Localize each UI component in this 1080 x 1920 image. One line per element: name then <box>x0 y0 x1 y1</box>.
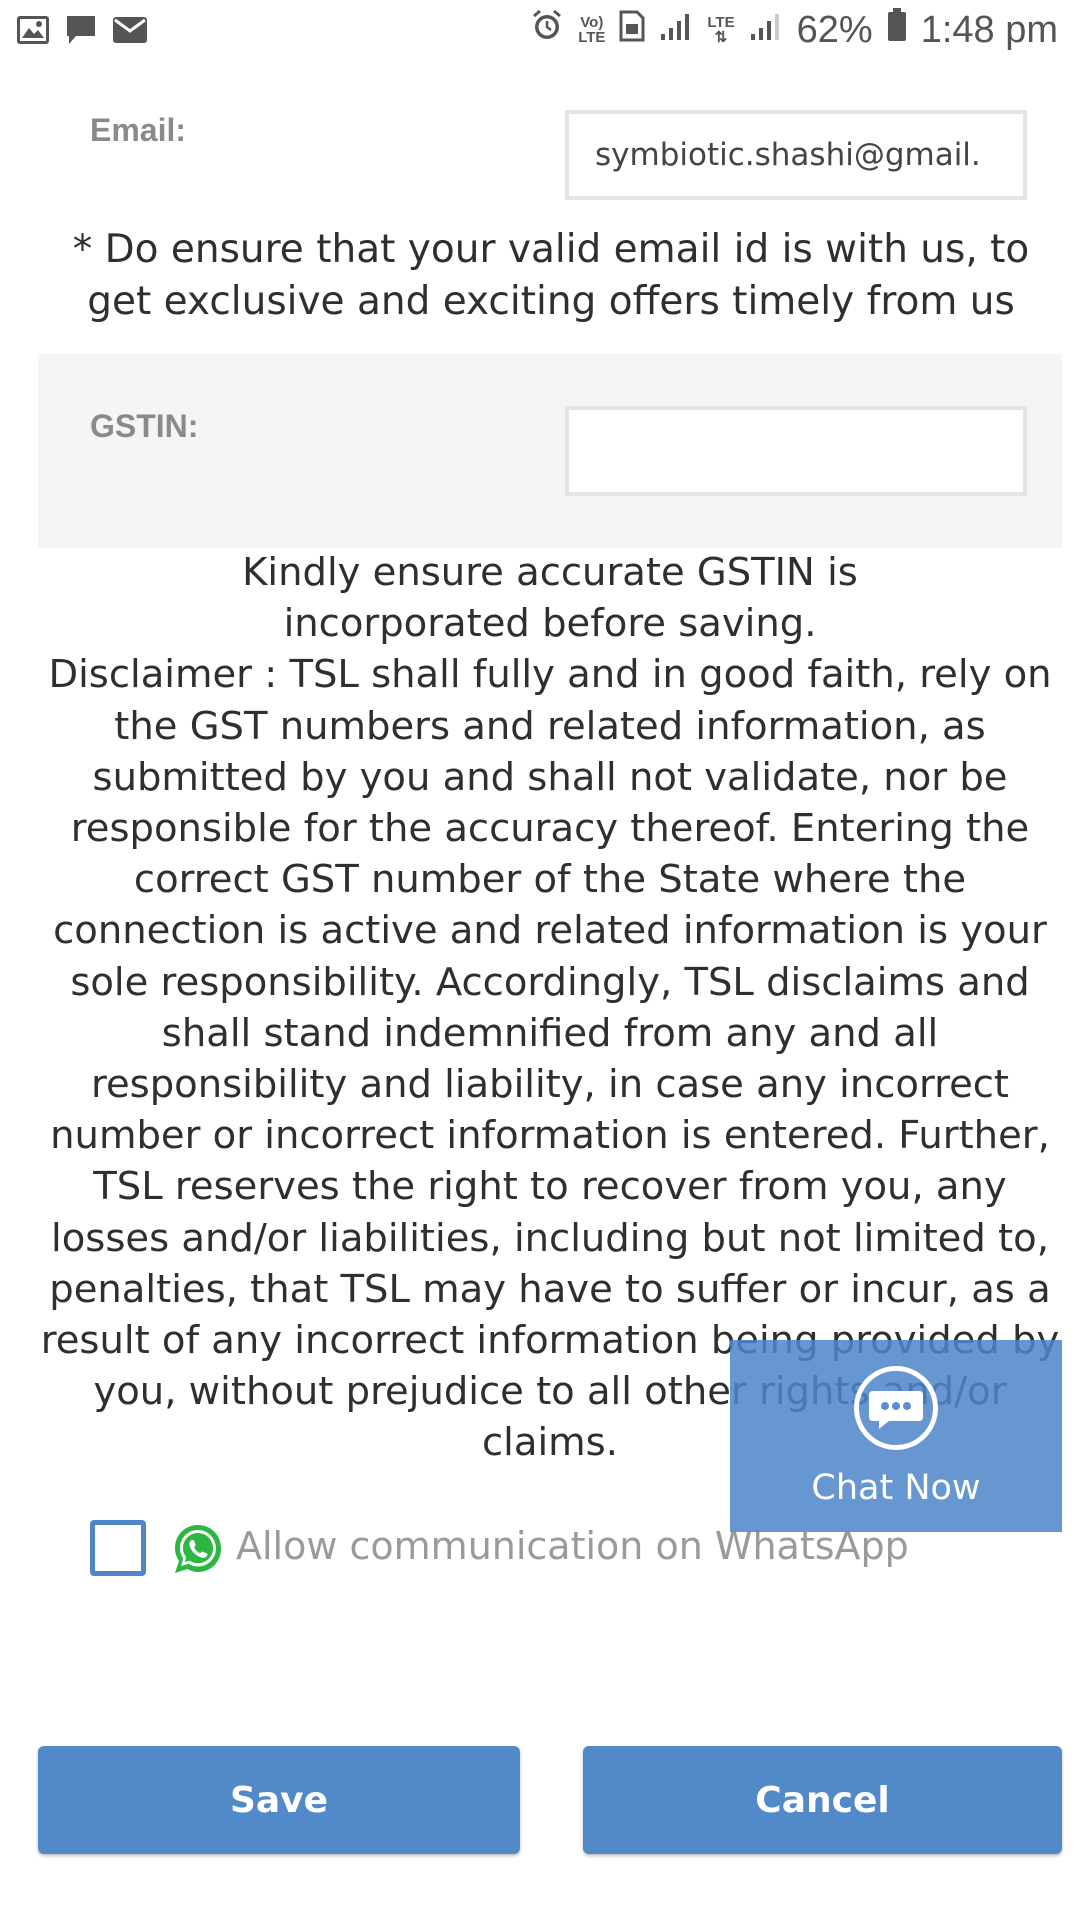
battery-percent: 62% <box>796 8 873 51</box>
clock: 1:48 pm <box>920 8 1058 51</box>
alarm-icon <box>530 8 564 52</box>
battery-icon <box>887 8 907 52</box>
notification-icons <box>16 14 148 50</box>
lte-data-icon: LTE ⇅ <box>707 14 735 46</box>
email-notice-line-2: get exclusive and exciting offers timely… <box>87 279 1015 324</box>
signal-strength-icon-1 <box>659 9 693 52</box>
sim-card-icon <box>619 9 645 52</box>
save-button[interactable]: Save <box>38 1746 520 1854</box>
chat-now-label: Chat Now <box>811 1468 981 1508</box>
email-field-value: symbiotic.shashi@gmail. <box>595 137 981 173</box>
signal-strength-icon-2 <box>749 9 783 52</box>
email-field[interactable]: symbiotic.shashi@gmail. <box>565 110 1027 200</box>
cancel-button[interactable]: Cancel <box>583 1746 1062 1854</box>
system-status: Vo) LTE LTE ⇅ 62% 1:48 pm <box>530 8 1058 52</box>
gstin-label: GSTIN: <box>90 408 199 444</box>
gallery-icon <box>16 15 50 49</box>
chat-bubble-icon <box>854 1366 938 1450</box>
status-bar: Vo) LTE LTE ⇅ 62% 1:48 pm <box>0 0 1080 64</box>
email-notice-line-1: * Do ensure that your valid email id is … <box>72 227 1030 272</box>
chat-now-widget[interactable]: Chat Now <box>730 1340 1062 1532</box>
whatsapp-icon <box>170 1521 226 1577</box>
volte-icon: Vo) LTE <box>578 14 606 46</box>
message-icon <box>64 14 98 50</box>
email-label: Email: <box>90 112 187 148</box>
email-notice: * Do ensure that your valid email id is … <box>40 224 1062 328</box>
whatsapp-consent-checkbox[interactable] <box>90 1520 146 1576</box>
profile-edit-page: Vo) LTE LTE ⇅ 62% 1:48 pm Email: symbiot… <box>0 0 1080 1920</box>
gstin-field[interactable] <box>565 406 1027 496</box>
mail-icon <box>112 15 148 49</box>
gstin-notice: Kindly ensure accurate GSTIN is incorpor… <box>242 550 858 647</box>
gstin-disclaimer: Kindly ensure accurate GSTIN is incorpor… <box>38 547 1062 1469</box>
